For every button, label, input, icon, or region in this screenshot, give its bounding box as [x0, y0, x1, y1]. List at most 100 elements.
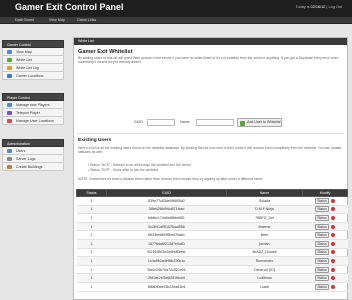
status-button[interactable]: Status [315, 240, 329, 247]
guid-cell: b6dbc174a0e8f6bd981 [106, 213, 227, 223]
teleport-icon [7, 111, 12, 115]
sidebar-item-label: Manage User Locations [16, 119, 54, 123]
building-icon [7, 165, 12, 169]
logout-link[interactable]: Log Out [328, 5, 342, 9]
sidebar-item-white-list[interactable]: White List [2, 56, 64, 64]
column-header-guid: GUID [106, 189, 227, 197]
guid-cell: 2fd1ac2eSe6f281f6cb0 [106, 273, 227, 283]
status-button[interactable]: Status [315, 223, 329, 230]
today-label: Today is [295, 5, 310, 9]
existing-users-description: Here's a list of all the working users f… [78, 146, 342, 155]
users-icon [7, 103, 12, 107]
sidebar-item-label: View Map [16, 50, 32, 54]
table-row: 1 1c4a9b2a4ef6fc220c1c Rumonstro Status [76, 256, 348, 266]
guid-cell: 18776da6f213d7e0a61 [106, 239, 227, 249]
delete-icon[interactable] [330, 241, 335, 246]
add-user-button-label: Add User to Whitelist [247, 120, 281, 124]
table-row: 1 b6dbc174a0e8f6bd981 76BFG_Del Status [76, 213, 348, 223]
status-cell: 1 [76, 230, 107, 240]
modify-cell: Status [302, 282, 348, 292]
guid-cell: 3f8eb2f8d9f4d871fcad [106, 205, 227, 215]
status-ack-note: • Status "ACK" - Allowed to be all throu… [88, 163, 192, 167]
status-button[interactable]: Status [315, 197, 329, 204]
modify-cell: Status [302, 222, 348, 232]
sidebar-item-view-map[interactable]: View Map [2, 48, 64, 56]
user-icon [7, 149, 12, 153]
delete-icon[interactable] [330, 284, 335, 289]
current-date: 02/16/12 [310, 5, 326, 9]
modify-cell: Status [302, 205, 348, 215]
delete-icon[interactable] [330, 224, 335, 229]
status-button[interactable]: Status [315, 214, 329, 221]
delete-icon[interactable] [330, 216, 335, 221]
status-cell: 1 [76, 256, 107, 266]
nav-view-map[interactable]: View Map [49, 18, 65, 23]
status-cell: 1 [76, 205, 107, 215]
name-cell: Maeme [226, 222, 303, 232]
sidebar-heading-gamer-control: Gamer Control [2, 40, 64, 48]
sidebar-item-label: Server Logs [16, 157, 36, 161]
delete-icon[interactable] [330, 276, 335, 281]
name-cell: D.M.F.Ninja [226, 205, 303, 215]
sidebar-item-manage-new-players[interactable]: Manage new Players [2, 101, 64, 109]
nav-game-links[interactable]: Game Links [77, 18, 96, 23]
modify-cell: Status [302, 248, 348, 258]
name-cell: Loditmus [226, 273, 303, 283]
nav-dash-board[interactable]: Dash Board [15, 18, 34, 23]
sidebar-item-server-logs[interactable]: Server Logs [2, 155, 64, 163]
note-text: NOTE: Sometimes it's best to disable the… [78, 177, 264, 181]
date-area: Today is 02/16/12 | Log Out [296, 5, 342, 9]
name-cell: Bren [226, 230, 303, 240]
table-row: 1 2fd1ac2eSe6f281f6cb0 Loditmus Status [76, 273, 348, 283]
delete-icon[interactable] [330, 259, 335, 263]
table-row: 1 8f6a0f0ce93b22ea81b4 Loarb Status [76, 282, 348, 292]
modify-cell: Status [302, 230, 348, 240]
guid-cell: 539e77c83de0f6855d2 [106, 196, 227, 206]
delete-icon[interactable] [330, 267, 335, 272]
status-button[interactable]: Status [315, 206, 329, 213]
guid-cell: 2fa0c29b7ea72c521c04 [106, 265, 227, 275]
sidebar-item-white-list-log[interactable]: White List Log [2, 64, 64, 72]
status-button[interactable]: Status [315, 275, 329, 282]
status-button[interactable]: Status [315, 249, 329, 256]
guid-cell: fb2163891e2a9bdf0ebe [106, 248, 227, 258]
sidebar-item-label: Users [16, 149, 26, 153]
guid-input[interactable] [147, 119, 175, 126]
add-user-button[interactable]: Add User to Whitelist [237, 118, 282, 127]
panel-header: White List [74, 38, 347, 45]
modify-cell: Status [302, 239, 348, 249]
sidebar-item-gamer-locations[interactable]: Gamer Locations [2, 72, 64, 80]
status-sop-note: • Status "SOP" - Kicks alike to join the… [88, 168, 158, 172]
map-icon [7, 50, 12, 54]
name-label: Name [180, 120, 190, 124]
status-button[interactable]: Status [315, 283, 329, 290]
guid-cell: 1c4a9b2a4ef6fc220c1c [106, 256, 227, 266]
delete-icon[interactable] [330, 198, 335, 203]
status-button[interactable]: Status [315, 257, 329, 264]
sidebar-item-create-buildings[interactable]: Create Buildings [2, 163, 64, 171]
sidebar-item-label: Create Buildings [16, 165, 43, 169]
app-title: Gamer Exit Control Panel [15, 2, 124, 12]
delete-icon[interactable] [330, 250, 335, 255]
name-cell: Solada [226, 196, 303, 206]
globe-icon [7, 74, 12, 78]
sidebar-item-manage-user-locations[interactable]: Manage User Locations [2, 117, 64, 125]
list-plus-icon [7, 58, 12, 62]
status-cell: 1 [76, 248, 107, 258]
delete-icon[interactable] [330, 233, 335, 238]
server-log-icon [7, 157, 12, 161]
sidebar-item-users[interactable]: Users [2, 147, 64, 155]
add-icon [240, 120, 245, 126]
delete-icon[interactable] [330, 207, 335, 212]
column-header-modify: Modify [302, 189, 348, 197]
status-button[interactable]: Status [315, 232, 329, 239]
status-button[interactable]: Status [315, 266, 329, 273]
sidebar-item-teleport-player[interactable]: Teleport Player [2, 109, 64, 117]
log-icon [7, 66, 12, 70]
sidebar-item-label: White List Log [16, 66, 39, 70]
name-input[interactable] [196, 119, 234, 126]
guid-cell: 8f6a0f0ce93b22ea81b4 [106, 282, 227, 292]
sidebar-heading-player-control: Player Control [2, 93, 64, 101]
sidebar-item-label: White List [16, 58, 32, 62]
table-header-row: Status GUID Name Modify [76, 189, 348, 197]
